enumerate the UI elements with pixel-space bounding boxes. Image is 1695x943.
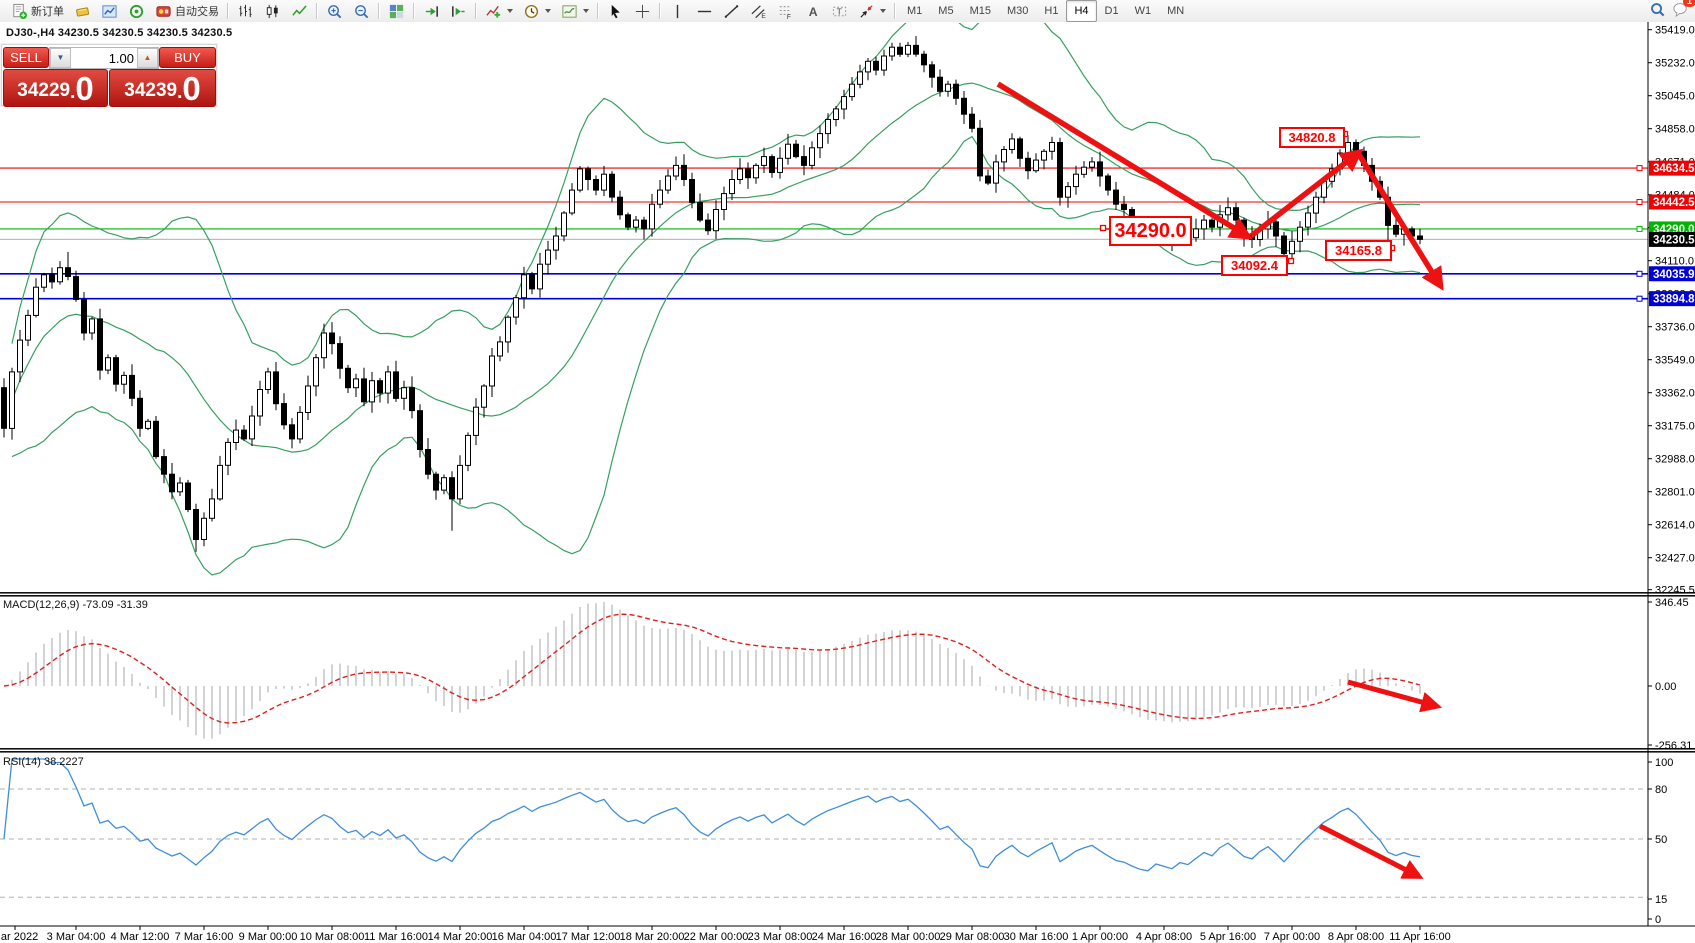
time-axis-label: 30 Mar 16:00 <box>1004 931 1069 943</box>
price-annotation-34165[interactable]: 34165.8 <box>1325 240 1392 261</box>
time-axis-label: 4 Apr 08:00 <box>1136 931 1192 943</box>
volume-input[interactable] <box>71 48 137 68</box>
time-axis-label: 4 Mar 12:00 <box>111 931 170 943</box>
macd-indicator-label: MACD(12,26,9) -73.09 -31.39 <box>3 599 148 611</box>
time-axis-label: 14 Mar 20:00 <box>428 931 493 943</box>
time-axis-label: 9 Mar 00:00 <box>239 931 298 943</box>
svg-text:34230.5: 34230.5 <box>1653 234 1695 246</box>
volume-increase-button[interactable]: ▲ <box>137 48 158 68</box>
rsi-axis-tick: 80 <box>1655 784 1667 796</box>
time-axis-label: 29 Mar 08:00 <box>940 931 1005 943</box>
rsi-axis-tick: 15 <box>1655 894 1667 906</box>
chart-area[interactable]: 35419.035232.035045.034858.034671.034484… <box>0 0 1695 943</box>
time-axis-label: 7 Mar 16:00 <box>175 931 234 943</box>
rsi-indicator-label: RSI(14) 38.2227 <box>3 756 84 768</box>
macd-axis-tick: -256.31 <box>1655 740 1692 752</box>
time-axis-label: 8 Apr 08:00 <box>1328 931 1384 943</box>
time-axis-label: 22 Mar 00:00 <box>684 931 749 943</box>
time-axis-label: 11 Mar 16:00 <box>364 931 428 943</box>
price-level-axis-label: 34035.9 <box>1649 266 1695 281</box>
symbol-header: DJ30-,H4 34230.5 34230.5 34230.5 34230.5 <box>6 27 232 39</box>
time-axis-label: 11 Apr 16:00 <box>1389 931 1451 943</box>
buy-price-display[interactable]: 34239.0 <box>109 69 216 107</box>
volume-decrease-button[interactable]: ▼ <box>50 48 71 68</box>
buy-price-main: 34239 <box>124 78 177 104</box>
price-axis-tick: 35419.0 <box>1655 25 1695 37</box>
svg-text:34035.9: 34035.9 <box>1653 269 1695 281</box>
chart-canvas[interactable]: 35419.035232.035045.034858.034671.034484… <box>0 0 1695 943</box>
time-axis-label: 5 Apr 16:00 <box>1200 931 1256 943</box>
time-axis-label: 1 Apr 00:00 <box>1072 931 1128 943</box>
buy-price-pips: 0 <box>182 74 200 104</box>
time-axis-label: 3 Mar 04:00 <box>47 931 106 943</box>
price-level-axis-label: 34442.5 <box>1649 195 1695 210</box>
sell-button[interactable]: SELL <box>3 47 49 68</box>
price-level-axis-label: 33894.8 <box>1649 291 1695 306</box>
price-axis-tick: 32427.0 <box>1655 553 1695 565</box>
rsi-axis-tick: 0 <box>1655 914 1661 926</box>
svg-text:33894.8: 33894.8 <box>1653 294 1695 306</box>
price-axis-tick: 33549.0 <box>1655 355 1695 367</box>
sell-price-main: 34229 <box>17 78 70 104</box>
buy-button[interactable]: BUY <box>159 47 216 68</box>
price-axis-tick: 33175.0 <box>1655 421 1695 433</box>
price-annotation-34092[interactable]: 34092.4 <box>1221 255 1288 276</box>
rsi-axis-tick: 100 <box>1655 757 1673 769</box>
sell-price-display[interactable]: 34229.0 <box>3 69 108 107</box>
time-axis-label: 24 Mar 16:00 <box>812 931 877 943</box>
time-axis-label: 7 Apr 00:00 <box>1264 931 1320 943</box>
time-axis-label: 18 Mar 20:00 <box>620 931 685 943</box>
one-click-trade-panel: SELL ▼ ▲ BUY 34229.0 34239.0 <box>1 44 217 106</box>
time-axis-label: 28 Mar 00:00 <box>876 931 941 943</box>
price-axis-tick: 32801.0 <box>1655 487 1695 499</box>
time-axis-label: 23 Mar 08:00 <box>748 931 813 943</box>
rsi-axis-tick: 50 <box>1655 834 1667 846</box>
time-axis-label: 17 Mar 12:00 <box>556 931 621 943</box>
svg-text:34442.5: 34442.5 <box>1653 197 1695 209</box>
volume-stepper: ▼ ▲ <box>49 47 159 69</box>
price-axis-tick: 33362.0 <box>1655 388 1695 400</box>
price-axis-tick: 35232.0 <box>1655 58 1695 70</box>
price-axis-tick: 34110.0 <box>1655 256 1694 268</box>
price-annotation-34290[interactable]: 34290.0 <box>1109 216 1192 246</box>
price-level-axis-label: 34230.5 <box>1649 232 1695 247</box>
svg-text:34634.5: 34634.5 <box>1653 163 1695 175</box>
price-annotation-34820[interactable]: 34820.8 <box>1279 127 1345 148</box>
time-axis-label: 10 Mar 08:00 <box>300 931 365 943</box>
time-axis-label: Mar 2022 <box>0 931 38 943</box>
time-axis-label: 16 Mar 04:00 <box>492 931 557 943</box>
price-axis-tick: 35045.0 <box>1655 91 1695 103</box>
price-axis-tick: 34858.0 <box>1655 124 1695 136</box>
price-axis-tick: 32245.5 <box>1655 585 1695 597</box>
price-level-axis-label: 34634.5 <box>1649 161 1695 176</box>
macd-axis-tick: 0.00 <box>1655 681 1676 693</box>
price-axis-tick: 33736.0 <box>1655 322 1695 334</box>
price-axis-tick: 32988.0 <box>1655 454 1695 466</box>
sell-price-pips: 0 <box>75 74 93 104</box>
mt-terminal-window: { "toolbar": { "items": [ {"type":"btn",… <box>0 0 1695 943</box>
price-axis-tick: 32614.0 <box>1655 520 1695 532</box>
macd-axis-tick: 346.45 <box>1655 597 1689 609</box>
